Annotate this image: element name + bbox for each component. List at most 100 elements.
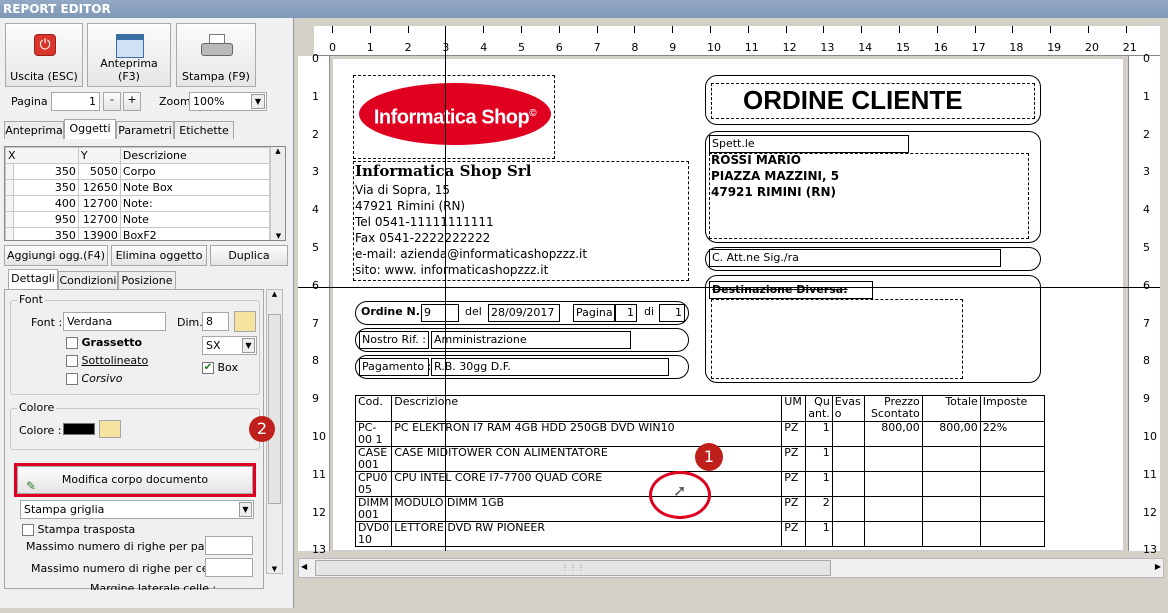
tab-oggetti[interactable]: Oggetti bbox=[64, 119, 116, 139]
ruler-tick: 0 bbox=[329, 41, 336, 54]
box-checkbox[interactable]: ✔ Box bbox=[202, 361, 238, 374]
order-table[interactable]: Cod. Descrizione UM Qu ant. Evas o Prezz… bbox=[354, 395, 1046, 547]
crosshair-horizontal bbox=[298, 287, 1160, 288]
table-row[interactable]: DVD0 10 LETTORE DVD RW PIONEER PZ 1 bbox=[354, 521, 1046, 547]
tab-parametri[interactable]: Parametri bbox=[116, 121, 174, 139]
crosshair-vertical bbox=[445, 26, 446, 551]
folder-icon[interactable] bbox=[234, 311, 256, 332]
tab-dettagli[interactable]: Dettagli bbox=[8, 269, 58, 289]
page-input[interactable]: 1 bbox=[51, 92, 100, 111]
of-number-field[interactable]: 1 bbox=[659, 304, 685, 322]
page-increment-button[interactable]: + bbox=[123, 92, 141, 111]
ruler-mark bbox=[747, 26, 749, 33]
grid-header-y: Y bbox=[77, 147, 121, 164]
ruler-tick: 19 bbox=[1047, 41, 1062, 54]
report-page[interactable]: Informatica Shop© ORDINE CLIENTE Informa… bbox=[332, 58, 1124, 551]
ruler-tick: 21 bbox=[1122, 41, 1137, 54]
table-row[interactable]: 950 12700 Note bbox=[5, 211, 271, 228]
max-rows-cell-input[interactable] bbox=[205, 558, 253, 577]
zoom-label: Zoom bbox=[159, 95, 191, 108]
preview-button[interactable]: Anteprima (F3) bbox=[87, 23, 171, 87]
ruler-tick: 18 bbox=[1009, 41, 1024, 54]
spett-field[interactable]: Spett.le bbox=[709, 135, 909, 153]
ruler-tick: 9 bbox=[312, 392, 319, 406]
tab-anteprima[interactable]: Anteprima bbox=[4, 121, 64, 139]
attention-field[interactable]: C. Att.ne Sig./ra bbox=[709, 249, 1001, 267]
ruler-tick: 9 bbox=[1143, 392, 1150, 406]
ruler-tick: 4 bbox=[1143, 203, 1150, 217]
font-input[interactable]: Verdana bbox=[63, 312, 166, 331]
date-field[interactable]: 28/09/2017 bbox=[488, 304, 560, 322]
edit-body-button[interactable]: ✎ Modifica corpo documento bbox=[14, 463, 256, 497]
chevron-down-icon: ▼ bbox=[239, 502, 252, 517]
grid-scrollbar[interactable]: ▲ ▼ bbox=[270, 147, 285, 240]
align-select[interactable]: SX ▼ bbox=[202, 336, 257, 355]
color-swatch[interactable] bbox=[63, 423, 95, 435]
print-mode-select[interactable]: Stampa griglia ▼ bbox=[20, 500, 254, 519]
horizontal-ruler: 0123456789101112131415161718192021 bbox=[314, 26, 1160, 56]
max-rows-page-input[interactable] bbox=[205, 536, 253, 555]
order-number-field[interactable]: 9 bbox=[421, 304, 459, 322]
ruler-tick: 1 bbox=[312, 89, 319, 103]
tab-posizione[interactable]: Posizione bbox=[118, 271, 176, 289]
company-name: Informatica Shop Srl bbox=[355, 162, 532, 180]
dim-input[interactable]: 8 bbox=[202, 312, 229, 331]
delete-object-button[interactable]: Elimina oggetto bbox=[111, 245, 207, 266]
page-number-field[interactable]: 1 bbox=[615, 304, 637, 322]
print-button[interactable]: Stampa (F9) bbox=[176, 23, 256, 87]
ruler-tick: 2 bbox=[404, 41, 412, 54]
destination-label[interactable]: Destinazione Diversa: bbox=[709, 281, 873, 299]
company-line: Tel 0541-11111111111 bbox=[355, 215, 494, 229]
tab-etichette[interactable]: Etichette bbox=[174, 121, 234, 139]
company-line: sito: www. informaticashopzzz.it bbox=[355, 263, 549, 277]
marker-2: 2 bbox=[249, 416, 275, 442]
objects-grid[interactable]: X Y Descrizione 350 5050 Corpo 350 12650 Not… bbox=[4, 146, 286, 241]
ruler-tick: 4 bbox=[312, 203, 319, 217]
underline-checkbox[interactable]: Sottolineato bbox=[66, 354, 148, 367]
add-object-button[interactable]: Aggiungi ogg.(F4) bbox=[4, 245, 108, 266]
zoom-select[interactable]: 100% ▼ bbox=[189, 92, 267, 111]
ruler-tick: 1 bbox=[1143, 89, 1150, 103]
ruler-tick: 17 bbox=[971, 41, 986, 54]
table-row[interactable]: 350 12650 Note Box bbox=[5, 179, 271, 196]
order-label: Ordine N. bbox=[361, 305, 420, 318]
grid-header-row: X Y Descrizione bbox=[5, 147, 271, 164]
chevron-down-icon: ▼ bbox=[251, 94, 265, 109]
max-rows-cell-label: Massimo numero di righe per cella : bbox=[31, 562, 229, 575]
ruler-mark bbox=[521, 26, 522, 33]
folder-icon[interactable] bbox=[99, 420, 121, 438]
ruler-tick: 10 bbox=[707, 41, 721, 54]
horizontal-scrollbar[interactable]: ◀ ⋮⋮⋮ ▶ bbox=[298, 558, 1164, 578]
page-decrement-button[interactable]: - bbox=[103, 92, 121, 111]
table-row[interactable]: 350 5050 Corpo bbox=[5, 163, 271, 180]
tab-condizioni[interactable]: Condizioni bbox=[58, 271, 118, 289]
ruler-tick: 20 bbox=[1085, 41, 1099, 54]
chevron-down-icon: ▼ bbox=[242, 338, 255, 353]
ruler-tick: 13 bbox=[312, 543, 326, 557]
ruler-mark bbox=[369, 26, 371, 33]
duplicate-button[interactable]: Duplica bbox=[210, 245, 288, 266]
exit-button[interactable]: ⏻ Uscita (ESC) bbox=[5, 23, 83, 87]
customer-line: PIAZZA MAZZINI, 5 bbox=[711, 169, 840, 183]
reference-field[interactable]: Amministrazione bbox=[431, 331, 631, 349]
font-group-title: Font bbox=[17, 293, 45, 306]
page-label: Pagina bbox=[11, 95, 48, 108]
italic-checkbox[interactable]: Corsivo bbox=[66, 372, 122, 385]
left-panel: ⏻ Uscita (ESC) Anteprima (F3) Stampa (F9… bbox=[0, 18, 294, 608]
ruler-tick: 5 bbox=[1143, 241, 1150, 254]
ruler-tick: 0 bbox=[1143, 52, 1150, 65]
printer-icon bbox=[201, 34, 233, 58]
bold-checkbox[interactable]: Grassetto bbox=[66, 336, 142, 349]
payment-field[interactable]: R.B. 30gg D.F. bbox=[431, 358, 669, 376]
ruler-tick: 12 bbox=[1143, 505, 1157, 519]
ruler-mark bbox=[672, 26, 674, 33]
table-row[interactable]: PC-00 1 PC ELEKTRON I7 RAM 4GB HDD 250GB … bbox=[354, 421, 1046, 447]
vertical-ruler: 0 1 2 3 4 5 6 7 8 9 10 11 12 13 bbox=[298, 52, 330, 556]
cell-margin-label: Margine laterale celle : bbox=[90, 582, 217, 590]
table-row[interactable]: 350 13900 BoxF2 bbox=[5, 227, 271, 240]
destination-box[interactable] bbox=[711, 299, 963, 379]
transposed-checkbox[interactable]: Stampa trasposta bbox=[22, 523, 135, 536]
ruler-tick: 8 bbox=[312, 354, 319, 368]
table-row[interactable]: 400 12700 Note: bbox=[5, 195, 271, 212]
font-group: Font Font : Verdana Dim. 8 Grassetto Sot… bbox=[10, 293, 260, 395]
